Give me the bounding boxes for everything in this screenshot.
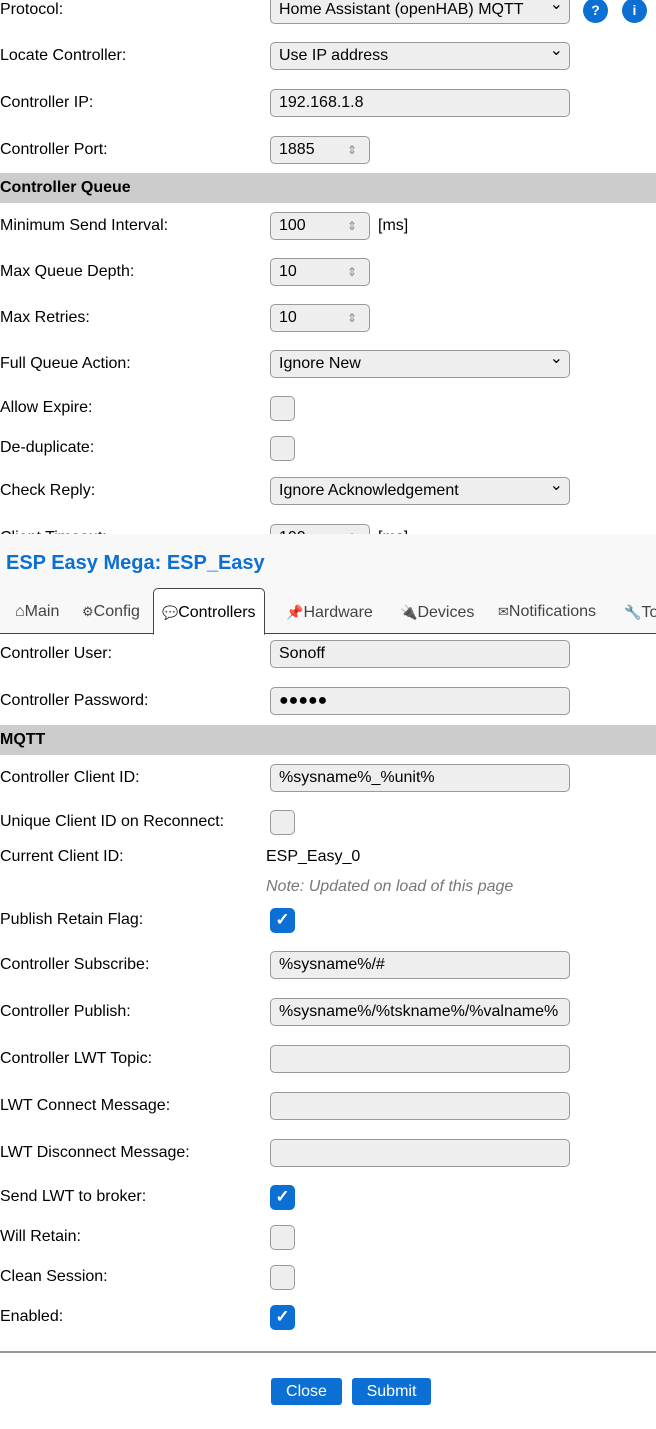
home-icon: ⌂ <box>15 603 25 620</box>
lwt-topic-label: Controller LWT Topic: <box>0 1050 153 1067</box>
tab-controllers[interactable]: 💬Controllers <box>153 588 265 635</box>
plug-icon: 🔌 <box>400 604 418 620</box>
submit-button[interactable]: Submit <box>352 1378 431 1405</box>
tab-main[interactable]: ⌂Main <box>15 588 59 634</box>
tab-label: Main <box>24 603 60 620</box>
gear-icon: ⚙ <box>82 604 94 619</box>
pin-icon: 📌 <box>286 604 304 620</box>
publish-label: Controller Publish: <box>0 1003 131 1020</box>
lwt-disconnect-input[interactable] <box>270 1139 570 1167</box>
tab-devices[interactable]: 🔌Devices <box>400 588 474 634</box>
enabled-label: Enabled: <box>0 1308 64 1325</box>
current-id-note: Note: Updated on load of this page <box>266 878 514 895</box>
allow-expire-checkbox[interactable] <box>270 396 295 421</box>
full-queue-label: Full Queue Action: <box>0 355 131 372</box>
close-button[interactable]: Close <box>271 1378 342 1405</box>
chat-icon: 💬 <box>162 605 179 620</box>
protocol-select[interactable]: Home Assistant (openHAB) MQTT <box>270 0 570 24</box>
password-input[interactable]: ●●●●● <box>270 687 570 715</box>
ip-input[interactable]: 192.168.1.8 <box>270 89 570 117</box>
locate-select[interactable]: Use IP address <box>270 42 570 70</box>
page-title: ESP Easy Mega: ESP_Easy <box>6 552 265 574</box>
min-send-unit: [ms] <box>378 217 409 234</box>
current-id-value: ESP_Easy_0 <box>266 848 361 865</box>
lwt-connect-input[interactable] <box>270 1092 570 1120</box>
max-retries-label: Max Retries: <box>0 309 90 326</box>
retain-flag-checkbox[interactable]: ✓ <box>270 908 295 933</box>
sticky-header: ESP Easy Mega: ESP_Easy ⌂Main ⚙Config 💬C… <box>0 534 656 635</box>
allow-expire-label: Allow Expire: <box>0 399 93 416</box>
info-icon[interactable]: i <box>622 0 647 23</box>
enabled-checkbox[interactable]: ✓ <box>270 1305 295 1330</box>
locate-label: Locate Controller: <box>0 47 127 64</box>
divider <box>0 1351 656 1353</box>
port-input[interactable]: 1885 <box>270 136 370 164</box>
ip-label: Controller IP: <box>0 94 94 111</box>
max-depth-label: Max Queue Depth: <box>0 263 135 280</box>
tab-label: Config <box>93 603 140 620</box>
will-retain-label: Will Retain: <box>0 1228 81 1245</box>
publish-input[interactable]: %sysname%/%tskname%/%valname% <box>270 998 570 1026</box>
tab-label: Hardware <box>303 604 373 621</box>
clean-session-label: Clean Session: <box>0 1268 108 1285</box>
tab-notifications[interactable]: ✉Notifications <box>498 588 596 634</box>
tab-label: Tools <box>641 604 656 621</box>
tab-label: Notifications <box>508 603 597 620</box>
wrench-icon: 🔧 <box>624 604 642 620</box>
retain-flag-label: Publish Retain Flag: <box>0 911 144 928</box>
lwt-disconnect-label: LWT Disconnect Message: <box>0 1144 190 1161</box>
queue-section-header: Controller Queue <box>0 173 656 203</box>
send-lwt-label: Send LWT to broker: <box>0 1188 147 1205</box>
min-send-label: Minimum Send Interval: <box>0 217 169 234</box>
full-queue-select[interactable]: Ignore New <box>270 350 570 378</box>
max-depth-input[interactable]: 10 <box>270 258 370 286</box>
envelope-icon: ✉ <box>498 604 509 619</box>
subscribe-label: Controller Subscribe: <box>0 956 150 973</box>
lwt-connect-label: LWT Connect Message: <box>0 1097 171 1114</box>
subscribe-input[interactable]: %sysname%/# <box>270 951 570 979</box>
tab-label: Controllers <box>178 604 256 621</box>
client-id-label: Controller Client ID: <box>0 769 140 786</box>
user-input[interactable]: Sonoff <box>270 640 570 668</box>
client-id-input[interactable]: %sysname%_%unit% <box>270 764 570 792</box>
check-reply-select[interactable]: Ignore Acknowledgement <box>270 477 570 505</box>
min-send-input[interactable]: 100 <box>270 212 370 240</box>
user-label: Controller User: <box>0 645 113 662</box>
current-id-label: Current Client ID: <box>0 848 124 865</box>
mqtt-section-header: MQTT <box>0 725 656 755</box>
send-lwt-checkbox[interactable]: ✓ <box>270 1185 295 1210</box>
unique-id-label: Unique Client ID on Reconnect: <box>0 813 225 830</box>
help-icon[interactable]: ? <box>583 0 608 23</box>
password-label: Controller Password: <box>0 692 149 709</box>
dedup-label: De-duplicate: <box>0 439 95 456</box>
check-reply-label: Check Reply: <box>0 482 96 499</box>
tab-config[interactable]: ⚙Config <box>82 588 140 634</box>
clean-session-checkbox[interactable] <box>270 1265 295 1290</box>
tab-label: Devices <box>417 604 475 621</box>
dedup-checkbox[interactable] <box>270 436 295 461</box>
unique-id-checkbox[interactable] <box>270 810 295 835</box>
port-label: Controller Port: <box>0 141 108 158</box>
max-retries-input[interactable]: 10 <box>270 304 370 332</box>
tab-hardware[interactable]: 📌Hardware <box>286 588 373 634</box>
will-retain-checkbox[interactable] <box>270 1225 295 1250</box>
lwt-topic-input[interactable] <box>270 1045 570 1073</box>
protocol-label: Protocol: <box>0 1 64 18</box>
tab-tools[interactable]: 🔧Tools <box>624 588 656 634</box>
